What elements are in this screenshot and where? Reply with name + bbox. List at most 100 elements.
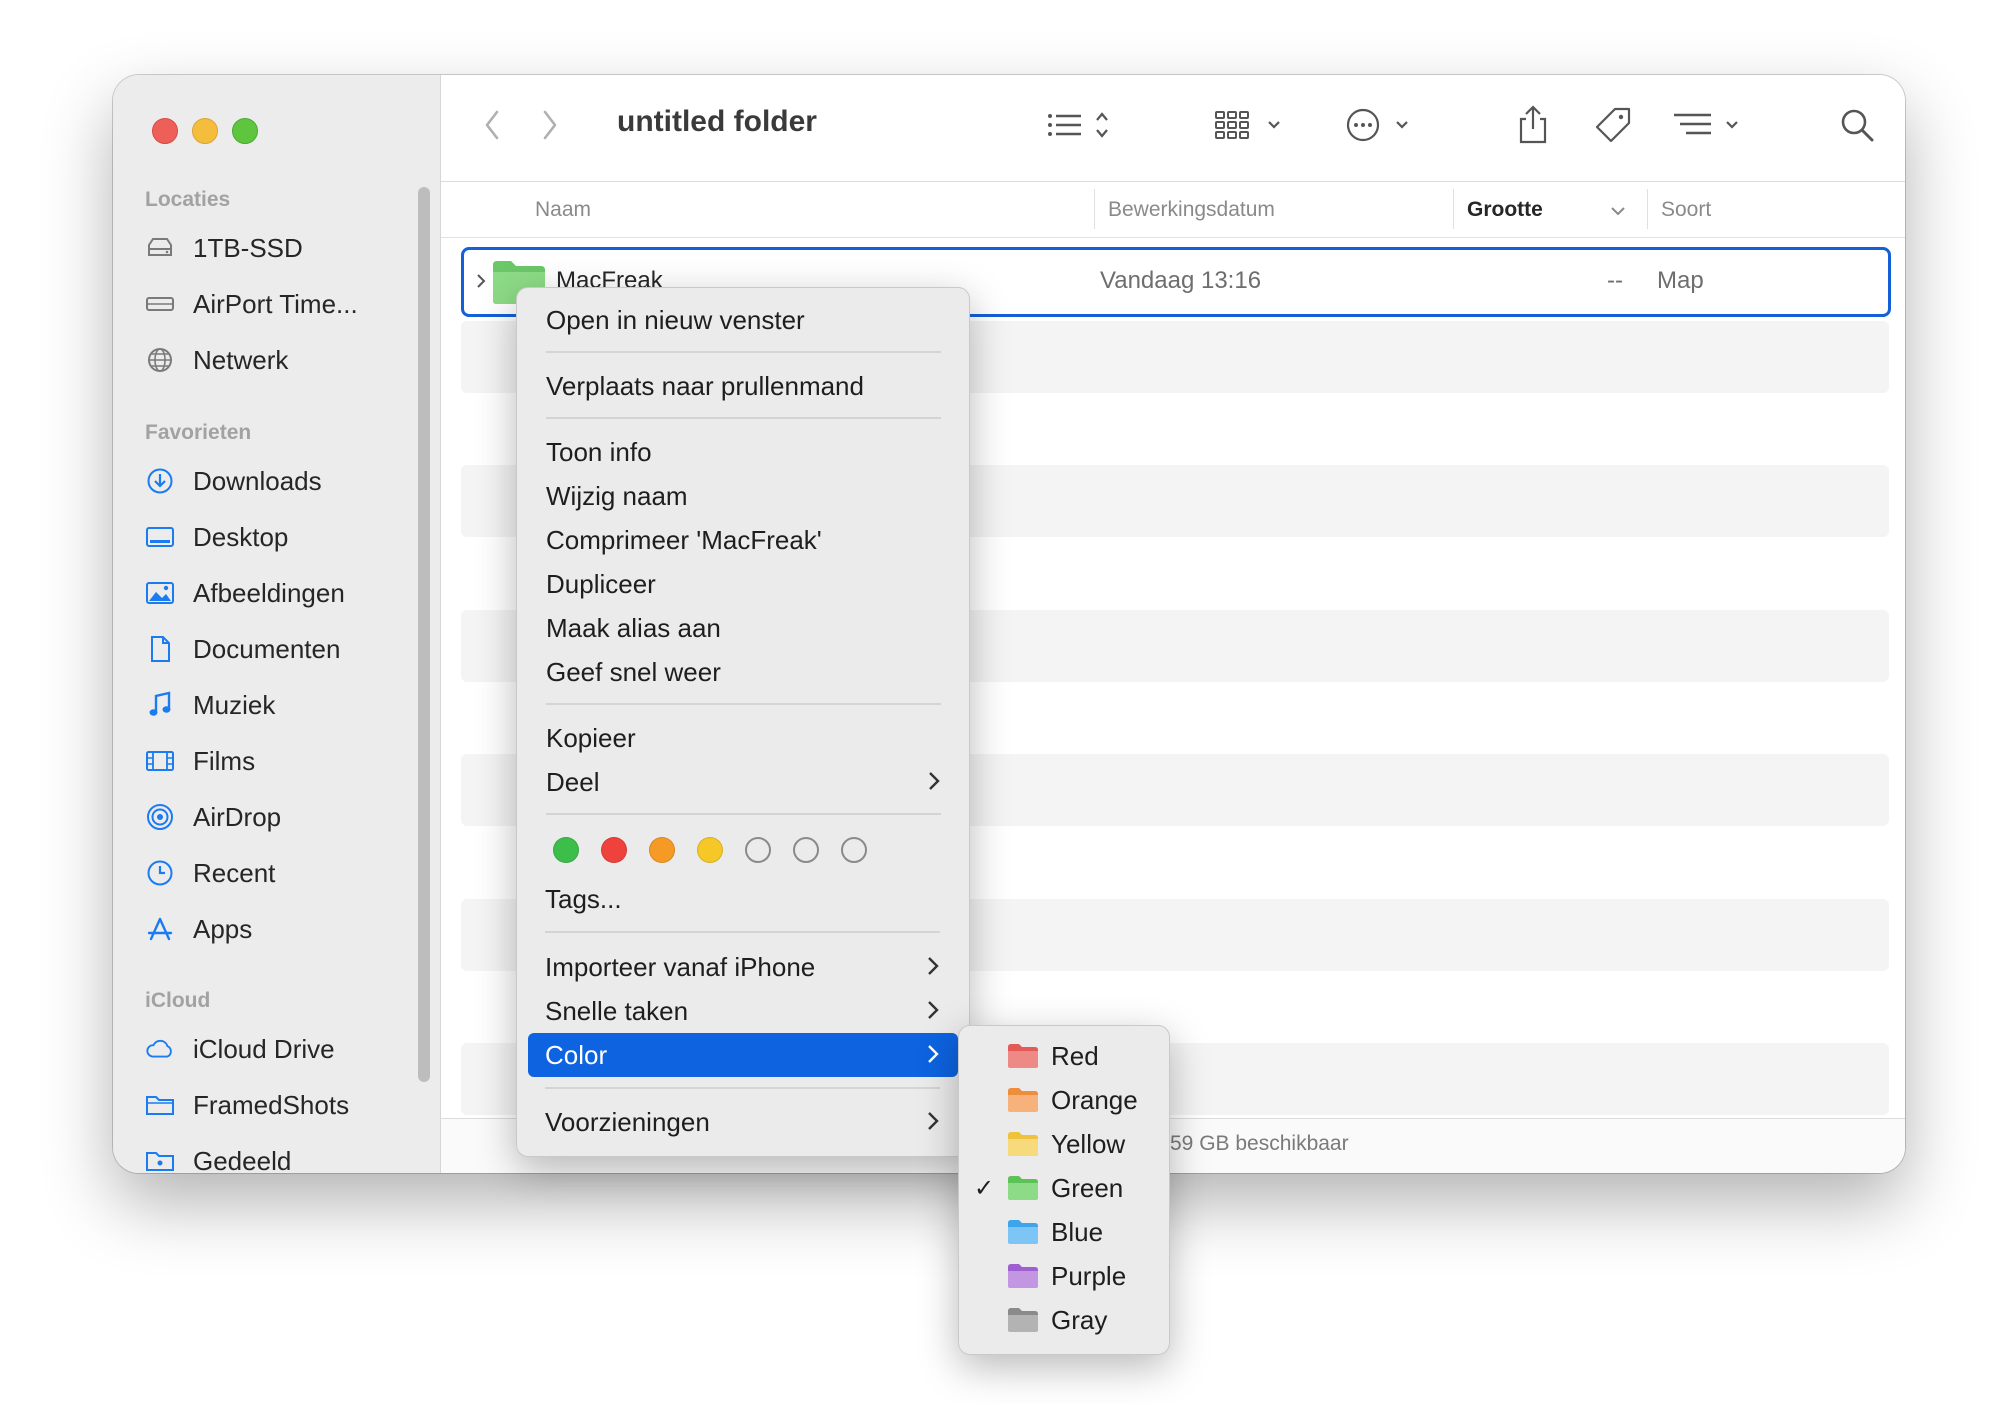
share-icon — [1519, 105, 1547, 144]
disclosure-chevron-icon[interactable] — [475, 272, 487, 290]
folder-icon — [1008, 1264, 1038, 1288]
drive-icon — [145, 233, 175, 263]
checkmark: ✓ — [973, 1174, 995, 1202]
sidebar-item-label: Apps — [193, 913, 253, 944]
chevron-right-icon — [928, 1112, 939, 1130]
folder-icon — [1008, 1220, 1038, 1244]
sidebar-item-label: Desktop — [193, 521, 289, 552]
sidebar-item-recent[interactable]: Recent — [145, 850, 425, 896]
folder-icon — [1008, 1132, 1038, 1156]
chevron-left-icon — [485, 110, 499, 140]
color-option-label: Yellow — [1051, 1128, 1126, 1159]
column-divider[interactable] — [1647, 189, 1648, 229]
menu-separator — [545, 1087, 940, 1089]
menu-separator — [545, 931, 940, 933]
globe-icon — [145, 345, 175, 375]
color-option-purple[interactable]: Purple — [959, 1256, 1169, 1296]
sidebar-item-films[interactable]: Films — [145, 738, 425, 784]
folder-icon — [1008, 1176, 1038, 1200]
group-button[interactable] — [1213, 105, 1293, 145]
sidebar-item-afbeeldingen[interactable]: Afbeeldingen — [145, 570, 425, 616]
color-option-label: Blue — [1051, 1216, 1104, 1247]
color-option-red[interactable]: Red — [959, 1036, 1169, 1076]
sidebar-item-airport[interactable]: AirPort Time... — [145, 281, 425, 327]
color-option-label: Purple — [1051, 1260, 1127, 1291]
download-icon — [145, 466, 175, 496]
column-header: Naam Bewerkingsdatum Grootte Soort — [441, 181, 1905, 238]
sidebar-section-icloud: iCloud — [145, 989, 211, 1012]
sidebar-item-label: Gedeeld — [193, 1145, 292, 1174]
chevron-right-icon — [928, 1045, 939, 1063]
share-button[interactable] — [1513, 101, 1553, 147]
finder-window: Locaties 1TB-SSD AirPort Time... Netwerk… — [113, 75, 1905, 1173]
color-option-gray[interactable]: Gray — [959, 1300, 1169, 1340]
sidebar-item-icloud-drive[interactable]: iCloud Drive — [145, 1026, 425, 1072]
cloud-icon — [145, 1034, 175, 1064]
forward-button[interactable] — [535, 105, 565, 145]
clock-icon — [145, 858, 175, 888]
sidebar: Locaties 1TB-SSD AirPort Time... Netwerk… — [113, 75, 441, 1173]
sidebar-item-documenten[interactable]: Documenten — [145, 626, 425, 672]
action-button[interactable] — [1345, 105, 1421, 145]
list-view-icon — [1048, 112, 1108, 138]
sidebar-item-label: AirDrop — [193, 801, 282, 832]
close-window-button[interactable] — [152, 118, 178, 144]
zoom-window-button[interactable] — [232, 118, 258, 144]
color-option-label: Red — [1051, 1040, 1099, 1071]
column-modified[interactable]: Bewerkingsdatum — [1108, 198, 1275, 222]
sidebar-item-label: iCloud Drive — [193, 1033, 335, 1064]
ellipsis-circle-icon — [1346, 108, 1408, 142]
view-options-button[interactable] — [1045, 105, 1121, 145]
menu-item-color[interactable]: Color — [528, 1033, 958, 1077]
sidebar-item-airdrop[interactable]: AirDrop — [145, 794, 425, 840]
sidebar-item-label: Films — [193, 745, 256, 776]
chevron-right-icon — [543, 110, 557, 140]
search-button[interactable] — [1837, 105, 1877, 145]
film-icon — [145, 746, 175, 776]
menu-item-label: Importeer vanaf iPhone — [545, 951, 816, 982]
shared-folder-icon — [145, 1146, 175, 1173]
menu-item-import-iphone[interactable]: Importeer vanaf iPhone — [516, 945, 968, 989]
column-name[interactable]: Naam — [535, 198, 591, 222]
sidebar-item-netwerk[interactable]: Netwerk — [145, 337, 425, 383]
column-divider[interactable] — [1453, 189, 1454, 229]
color-option-blue[interactable]: Blue — [959, 1212, 1169, 1252]
sidebar-item-label: Recent — [193, 857, 276, 888]
column-divider[interactable] — [1094, 189, 1095, 229]
tag-button[interactable] — [1591, 103, 1635, 147]
search-icon — [1841, 109, 1874, 142]
apps-icon — [145, 914, 175, 944]
menu-item-quick-actions[interactable]: Snelle taken — [516, 989, 968, 1033]
chevron-right-icon — [928, 957, 939, 975]
menu-item-label: Snelle taken — [545, 995, 689, 1026]
sidebar-item-gedeeld[interactable]: Gedeeld — [145, 1138, 425, 1173]
desktop-icon — [145, 522, 175, 552]
back-button[interactable] — [477, 105, 507, 145]
color-option-label: Orange — [1051, 1084, 1138, 1115]
menu-item-label: Voorzieningen — [545, 1106, 710, 1137]
sidebar-item-framedshots[interactable]: FramedShots — [145, 1082, 425, 1128]
minimize-window-button[interactable] — [192, 118, 218, 144]
color-option-orange[interactable]: Orange — [959, 1080, 1169, 1120]
sort-button[interactable] — [1671, 105, 1751, 145]
tag-icon — [1595, 107, 1631, 143]
column-kind[interactable]: Soort — [1661, 198, 1711, 222]
menu-item-services[interactable]: Voorzieningen — [516, 1100, 968, 1144]
file-size: -- — [1607, 267, 1623, 294]
sidebar-item-1tb-ssd[interactable]: 1TB-SSD — [145, 225, 425, 271]
color-option-green[interactable]: ✓ Green — [959, 1168, 1169, 1208]
chevron-right-icon — [928, 1001, 939, 1019]
sidebar-item-apps[interactable]: Apps — [145, 906, 425, 952]
folder-icon — [1008, 1088, 1038, 1112]
color-option-yellow[interactable]: Yellow — [959, 1124, 1169, 1164]
sidebar-scrollbar[interactable] — [418, 187, 430, 1082]
column-size[interactable]: Grootte — [1467, 198, 1543, 222]
sidebar-item-muziek[interactable]: Muziek — [145, 682, 425, 728]
file-modified: Vandaag 13:16 — [1100, 267, 1262, 294]
sidebar-item-desktop[interactable]: Desktop — [145, 514, 425, 560]
airport-drive-icon — [145, 289, 175, 319]
sidebar-item-downloads[interactable]: Downloads — [145, 458, 425, 504]
color-submenu: Red Orange Yellow ✓ Green Blue Purple Gr… — [958, 1025, 1170, 1355]
menu-item-tags[interactable]: Tags... — [516, 877, 968, 921]
window-title: untitled folder — [617, 105, 817, 138]
